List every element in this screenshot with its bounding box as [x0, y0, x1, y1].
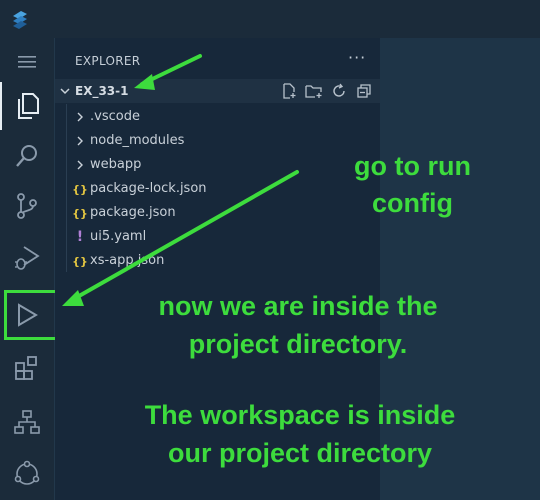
more-actions-button[interactable]: ···	[348, 48, 366, 67]
new-folder-icon	[305, 85, 322, 98]
source-control-button[interactable]	[0, 182, 54, 230]
chevron-down-icon	[60, 88, 70, 95]
files-icon	[18, 93, 39, 119]
tree-item-vscode[interactable]: .vscode	[55, 105, 380, 129]
workspace-title: EX_33-1	[75, 84, 129, 98]
org-chart-button[interactable]	[0, 398, 54, 446]
tree-item-label: package.json	[90, 205, 176, 220]
new-folder-button[interactable]	[305, 82, 323, 100]
chevron-right-icon	[77, 160, 83, 170]
app-logo-icon	[13, 11, 27, 29]
annotation-workspace-inside: The workspace is inside our project dire…	[144, 400, 456, 468]
active-indicator	[0, 82, 2, 130]
refresh-icon	[333, 83, 345, 97]
tree-item-label: node_modules	[90, 133, 185, 148]
chevron-right-icon	[77, 136, 83, 146]
menu-button[interactable]	[0, 38, 54, 86]
source-control-icon	[17, 193, 37, 219]
json-file-icon: {}	[72, 254, 88, 268]
run-config-highlight-box	[4, 290, 60, 340]
search-button[interactable]	[0, 132, 54, 180]
menu-icon	[18, 56, 36, 68]
network-icon	[14, 460, 40, 485]
tree-item-ui5-yaml[interactable]: ! ui5.yaml	[55, 225, 380, 249]
json-file-icon: {}	[72, 206, 88, 220]
collapse-folders-button[interactable]	[355, 82, 373, 100]
tree-item-label: package-lock.json	[90, 181, 207, 196]
tree-item-label: xs-app.json	[90, 253, 165, 268]
new-file-icon	[283, 83, 296, 99]
refresh-explorer-button[interactable]	[330, 82, 348, 100]
yaml-file-icon: !	[76, 229, 84, 245]
tree-item-xs-app-json[interactable]: {} xs-app.json	[55, 249, 380, 273]
title-bar	[0, 0, 540, 38]
run-debug-icon	[15, 246, 40, 270]
explorer-button[interactable]	[0, 82, 54, 130]
activity-bar	[0, 38, 55, 500]
tree-item-label: .vscode	[90, 109, 140, 124]
network-button[interactable]	[0, 450, 54, 498]
explorer-header: EXPLORER	[75, 54, 141, 68]
annotation-go-to-run-config: go to run config	[354, 151, 471, 218]
tree-item-label: ui5.yaml	[90, 229, 147, 244]
run-debug-button[interactable]	[0, 234, 54, 282]
new-file-button[interactable]	[280, 82, 298, 100]
json-file-icon: {}	[72, 182, 88, 196]
search-icon	[16, 145, 37, 167]
annotation-inside-project: now we are inside the project directory.	[158, 291, 438, 359]
tree-item-label: webapp	[90, 157, 142, 172]
workspace-section-header[interactable]: EX_33-1	[55, 79, 380, 103]
extensions-button[interactable]	[0, 344, 54, 392]
explorer-actions	[280, 82, 373, 100]
collapse-all-icon	[357, 84, 371, 98]
org-chart-icon	[14, 410, 40, 434]
chevron-right-icon	[77, 112, 83, 122]
extensions-icon	[15, 356, 37, 380]
